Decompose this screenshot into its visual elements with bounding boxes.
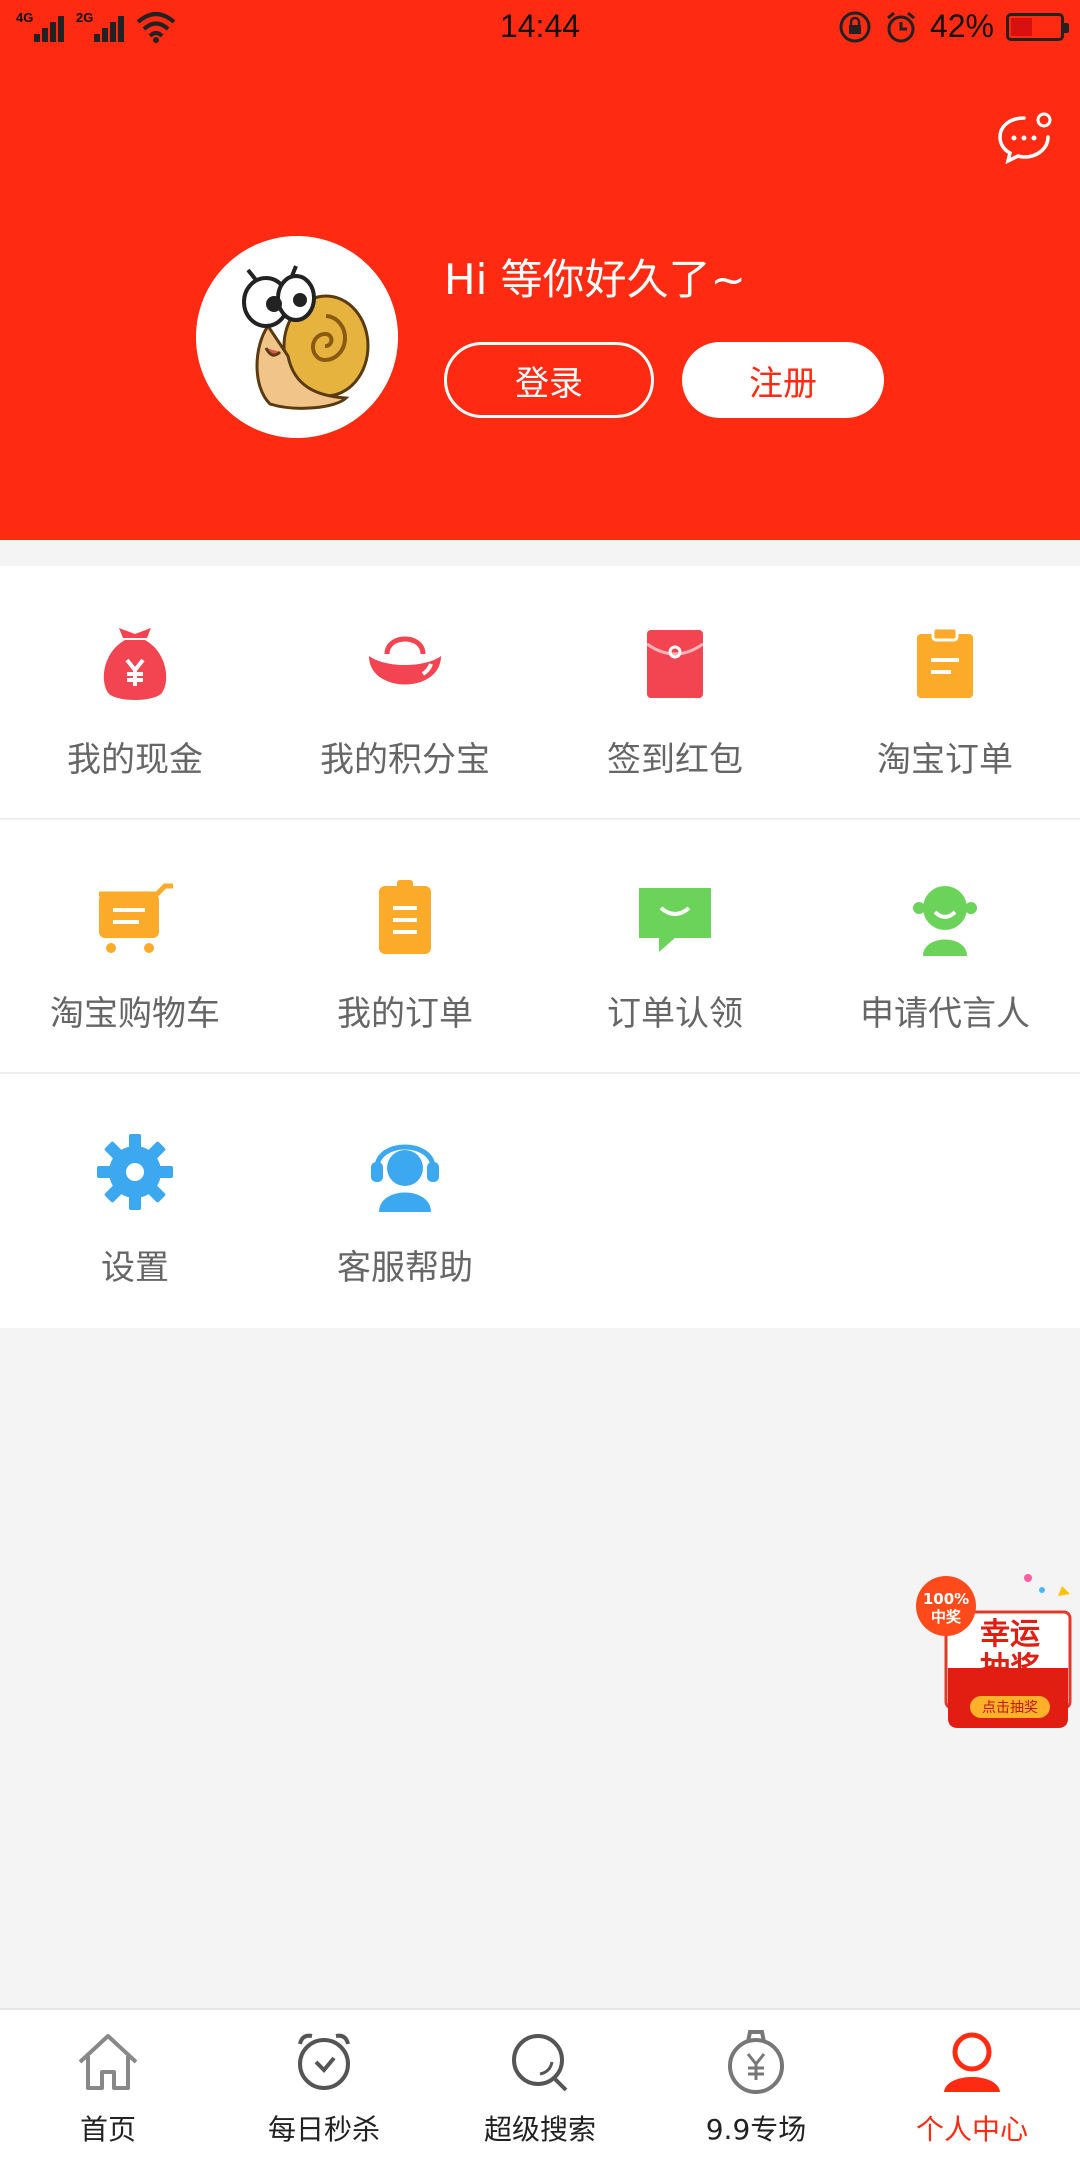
- lucky-draw-gift-icon: 100% 中奖 幸运 抽奖 点击抽奖: [916, 1574, 1072, 1728]
- battery-level: [1011, 17, 1032, 36]
- menu-item-label: 申请代言人: [860, 994, 1030, 1034]
- menu-item-label: 我的订单: [337, 994, 473, 1034]
- menu-row: 设置 客服帮助: [0, 1074, 1080, 1328]
- alarm-icon: [886, 11, 915, 42]
- snail-mascot-icon: [196, 236, 398, 438]
- battery-percent: 42%: [929, 8, 994, 44]
- bottom-tab-bar: 首页 每日秒杀 超级搜索 9.9专场 个人中心: [0, 2008, 1080, 2160]
- lucky-title-line2: 抽奖: [980, 1651, 1040, 1686]
- lucky-draw-float-button[interactable]: 100% 中奖 幸运 抽奖 点击抽奖: [912, 1568, 1080, 1736]
- tab-label: 首页: [79, 2113, 136, 2146]
- tab-label: 每日秒杀: [267, 2113, 380, 2146]
- menu-item-label: 订单认领: [607, 994, 743, 1034]
- clipboard-icon: [917, 626, 973, 698]
- menu-item-spokesperson[interactable]: 申请代言人: [810, 820, 1080, 1074]
- menu-item-customer-service[interactable]: 客服帮助: [270, 1074, 540, 1328]
- lucky-badge-line1: 100%: [923, 1590, 969, 1608]
- tab-profile[interactable]: 个人中心: [864, 2010, 1080, 2160]
- yuan-bag-icon: [728, 2030, 784, 2094]
- register-button[interactable]: 注册: [682, 342, 884, 418]
- menu-item-label: 我的现金: [67, 740, 203, 780]
- money-bag-icon: [103, 628, 167, 700]
- avatar[interactable]: [196, 236, 398, 438]
- home-icon: [78, 2034, 138, 2090]
- tab-label: 超级搜索: [483, 2113, 596, 2146]
- red-envelope-icon: [646, 630, 704, 698]
- menu-item-settings[interactable]: 设置: [0, 1074, 270, 1328]
- gear-icon: [97, 1134, 173, 1210]
- menu-row: 淘宝购物车 我的订单 订单认领 申请代言人: [0, 820, 1080, 1074]
- order-list-icon: [379, 880, 431, 954]
- status-bar: 4G 2G 14:44 42%: [0, 0, 1080, 56]
- menu-item-my-orders[interactable]: 我的订单: [270, 820, 540, 1074]
- tab-super-search[interactable]: 超级搜索: [432, 2010, 648, 2160]
- tab-flash-sale[interactable]: 每日秒杀: [216, 2010, 432, 2160]
- message-smile-icon: [639, 888, 711, 952]
- cart-icon: [99, 883, 173, 953]
- alarm-clock-icon: [298, 2033, 350, 2090]
- tab-9-9-special[interactable]: 9.9专场: [648, 2010, 864, 2160]
- message-button[interactable]: [996, 112, 1052, 164]
- person-icon: [944, 2032, 1000, 2092]
- tab-home[interactable]: 首页: [0, 2010, 216, 2160]
- tab-label: 个人中心: [915, 2113, 1028, 2146]
- menu-item-label: 设置: [101, 1248, 169, 1288]
- headset-icon: [371, 1144, 439, 1212]
- menu-row: 我的现金 我的积分宝 签到红包 淘宝订单: [0, 566, 1080, 820]
- menu-item-taobao-orders[interactable]: 淘宝订单: [810, 566, 1080, 820]
- status-right: 42%: [838, 8, 1069, 45]
- login-button[interactable]: 登录: [444, 342, 654, 418]
- battery-icon: [1006, 12, 1069, 41]
- menu-item-label: 我的积分宝: [320, 740, 490, 780]
- spokesperson-icon: [913, 886, 977, 956]
- menu-item-label: 淘宝订单: [877, 740, 1013, 780]
- menu-item-label: 客服帮助: [337, 1248, 473, 1288]
- menu-item-cash[interactable]: 我的现金: [0, 566, 270, 820]
- search-icon: [512, 2034, 568, 2092]
- tab-label: 9.9专场: [705, 2113, 807, 2146]
- menu-grid: 我的现金 我的积分宝 签到红包 淘宝订单 淘宝购物车 我的订单 订单认领 申请代…: [0, 566, 1080, 1328]
- lucky-button-label: 点击抽奖: [982, 1699, 1038, 1716]
- ingot-icon: [369, 636, 441, 685]
- menu-item-label: 签到红包: [607, 740, 743, 780]
- lucky-title-line1: 幸运: [980, 1617, 1040, 1652]
- menu-item-label: 淘宝购物车: [50, 994, 220, 1034]
- greeting-text: Hi 等你好久了~: [444, 255, 746, 304]
- menu-item-taobao-cart[interactable]: 淘宝购物车: [0, 820, 270, 1074]
- menu-item-claim-order[interactable]: 订单认领: [540, 820, 810, 1074]
- menu-item-signin-redpacket[interactable]: 签到红包: [540, 566, 810, 820]
- menu-item-points[interactable]: 我的积分宝: [270, 566, 540, 820]
- lucky-badge-line2: 中奖: [931, 1608, 962, 1626]
- rotation-lock-icon: [839, 11, 871, 42]
- profile-header: 4G 2G 14:44 42% Hi 等你好久了~ 登录 注册: [0, 0, 1080, 540]
